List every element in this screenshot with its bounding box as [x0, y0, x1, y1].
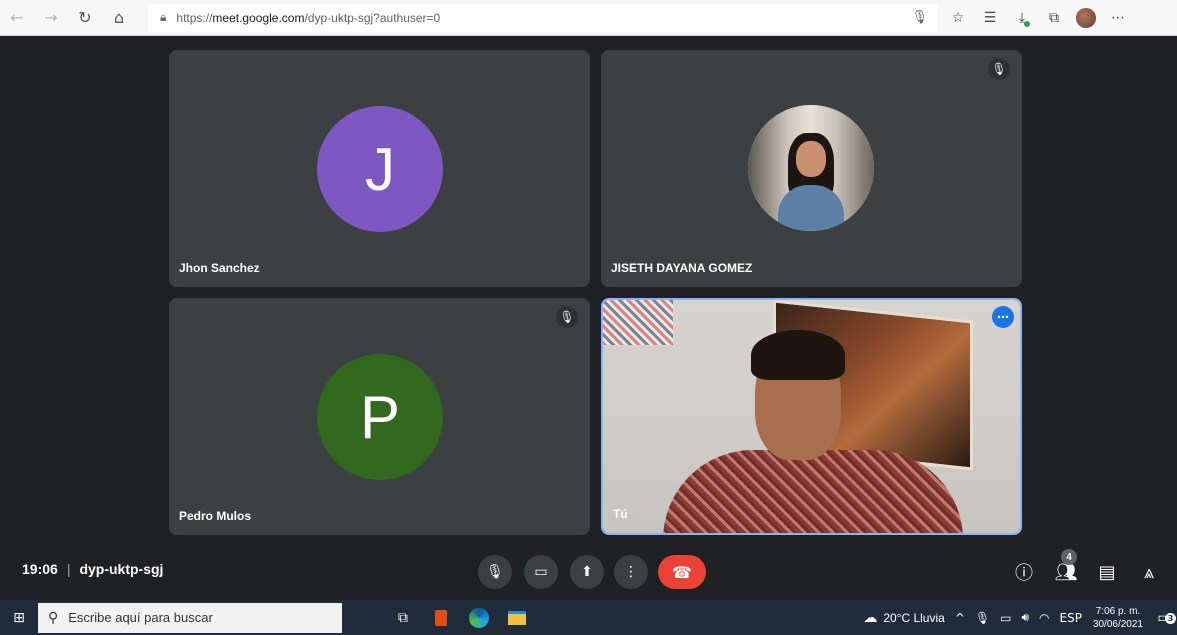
input-language[interactable]: ESP: [1060, 611, 1082, 625]
participant-profile-photo: [748, 105, 874, 231]
url-path: /dyp-uktp-sgj?authuser=0: [304, 10, 441, 25]
search-placeholder: Escribe aquí para buscar: [68, 610, 213, 625]
browser-toolbar: ← → ↻ ⌂ 🔒︎ https://meet.google.com/dyp-u…: [0, 0, 1177, 36]
settings-more-icon[interactable]: ⋯: [1102, 0, 1134, 36]
url-host: meet.google.com: [212, 10, 305, 25]
meeting-time: 19:06: [22, 561, 58, 577]
collections-icon[interactable]: ⧉: [1038, 0, 1070, 36]
battery-icon[interactable]: ▭: [1000, 611, 1011, 625]
taskbar-clock[interactable]: 7:06 p. m. 30/06/2021: [1093, 605, 1143, 631]
windows-taskbar: ⊞ ⚲ Escribe aquí para buscar ⧉ ☁ 20°C Ll…: [0, 600, 1177, 635]
participant-avatar: P: [317, 354, 443, 480]
clock-date: 30/06/2021: [1092, 618, 1143, 630]
avatar-initial: J: [365, 135, 395, 203]
edge-browser-icon[interactable]: [460, 600, 498, 635]
microphone-button[interactable]: 🎙︎: [478, 555, 512, 589]
end-call-icon: ☎︎: [672, 562, 692, 582]
participant-avatar: J: [317, 106, 443, 232]
chat-icon: ▤: [1098, 561, 1116, 583]
notification-count: 3: [1165, 612, 1176, 624]
network-icon[interactable]: ◠: [1039, 611, 1049, 625]
home-icon[interactable]: ⌂: [102, 0, 136, 36]
meeting-code: dyp-uktp-sgj: [79, 561, 164, 577]
camera-button[interactable]: ▭: [524, 555, 558, 589]
volume-icon[interactable]: 🔊︎: [1021, 610, 1029, 625]
favorites-icon[interactable]: ☰: [974, 0, 1006, 36]
show-hidden-icons-icon[interactable]: ^: [955, 611, 965, 625]
meeting-details: 19:06 | dyp-uktp-sgj: [22, 561, 163, 577]
reload-icon[interactable]: ↻: [68, 0, 102, 36]
info-icon: ⓘ: [1015, 563, 1033, 584]
download-complete-icon: [1024, 20, 1030, 27]
task-view-icon[interactable]: ⧉: [384, 600, 422, 635]
activities-icon: ⩓: [1143, 561, 1155, 583]
office-app-icon[interactable]: [422, 600, 460, 635]
weather-icon[interactable]: ☁: [863, 610, 877, 626]
back-icon[interactable]: ←: [0, 0, 34, 36]
leave-call-button[interactable]: ☎︎: [658, 555, 706, 589]
more-options-button[interactable]: ⋮: [614, 555, 648, 589]
profile-avatar: [1076, 7, 1096, 28]
people-button[interactable]: 👥︎ 4: [1051, 549, 1081, 587]
camera-icon: ▭: [534, 564, 548, 580]
participant-tile[interactable]: J Jhon Sanchez: [169, 50, 590, 287]
lock-icon[interactable]: 🔒︎: [160, 10, 166, 25]
profile-button[interactable]: [1070, 0, 1102, 36]
participant-name: Jhon Sanchez: [179, 261, 260, 275]
taskbar-search[interactable]: ⚲ Escribe aquí para buscar: [38, 602, 342, 633]
weather-text[interactable]: 20°C Lluvia: [883, 611, 945, 625]
meet-stage: J Jhon Sanchez 🎙︎ JISETH DAYANA GOMEZ 🎙︎…: [0, 37, 1177, 600]
avatar-initial: P: [359, 383, 401, 451]
self-camera-feed: [603, 300, 1020, 533]
notifications-icon[interactable]: ▭ 3: [1151, 610, 1177, 626]
search-icon: ⚲: [48, 609, 59, 626]
participant-name: Tú: [613, 507, 628, 521]
people-count-badge: 4: [1061, 549, 1077, 565]
microphone-permission-icon[interactable]: 🎙︎: [911, 10, 928, 25]
file-explorer-icon[interactable]: [498, 600, 536, 635]
present-icon: ⬆: [581, 564, 593, 580]
microphone-in-use-icon[interactable]: 🎙︎: [975, 611, 990, 625]
microphone-icon: 🎙︎: [486, 564, 504, 580]
activities-button[interactable]: ⩓: [1134, 557, 1164, 587]
favorite-add-icon[interactable]: ☆: [942, 0, 974, 36]
chat-button[interactable]: ▤: [1092, 557, 1122, 587]
system-tray: ☁ 20°C Lluvia ^ 🎙︎ ▭ 🔊︎ ◠ ESP 7:06 p. m.…: [863, 600, 1177, 635]
meeting-controls: 19:06 | dyp-uktp-sgj 🎙︎ ▭ ⬆ ⋮ ☎︎ ⓘ 👥︎ 4 …: [0, 547, 1177, 597]
participant-tile[interactable]: 🎙︎ P Pedro Mulos: [169, 298, 590, 535]
participant-tile[interactable]: 🎙︎ JISETH DAYANA GOMEZ: [601, 50, 1022, 287]
clock-time: 7:06 p. m.: [1095, 605, 1141, 617]
mic-off-icon: 🎙︎: [556, 306, 578, 328]
mic-off-icon: 🎙︎: [988, 58, 1010, 80]
more-options-icon[interactable]: ⋯: [992, 306, 1014, 328]
address-bar[interactable]: 🔒︎ https://meet.google.com/dyp-uktp-sgj?…: [148, 3, 938, 32]
participant-name: Pedro Mulos: [179, 509, 252, 523]
divider: |: [66, 561, 71, 577]
participant-name: JISETH DAYANA GOMEZ: [611, 261, 753, 275]
present-screen-button[interactable]: ⬆: [570, 555, 604, 589]
windows-start-icon[interactable]: ⊞: [0, 600, 38, 635]
url-prefix: https://: [176, 10, 213, 25]
self-video-tile[interactable]: ⋯ Tú: [601, 298, 1022, 535]
downloads-icon[interactable]: ⤓: [1006, 0, 1038, 36]
forward-icon[interactable]: →: [34, 0, 68, 36]
more-vert-icon: ⋮: [624, 564, 638, 580]
meeting-details-button[interactable]: ⓘ: [1009, 557, 1039, 587]
